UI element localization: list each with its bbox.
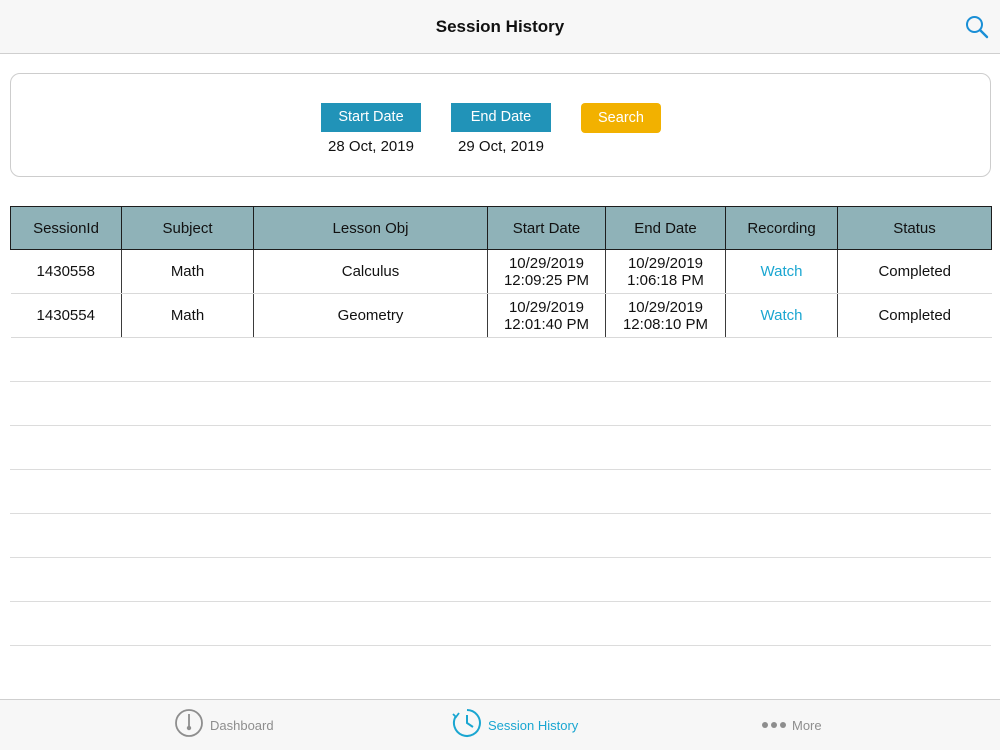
column-header-recording[interactable]: Recording (725, 206, 838, 250)
column-header-subject[interactable]: Subject (121, 206, 254, 250)
navigation-bar: Session History (0, 0, 1000, 54)
column-header-end-date[interactable]: End Date (605, 206, 726, 250)
empty-row-separator (10, 601, 991, 602)
end-date-text: 10/29/2019 (627, 298, 704, 316)
session-table: SessionId Subject Lesson Obj Start Date … (10, 206, 992, 338)
start-time-text: 12:01:40 PM (503, 315, 590, 333)
start-date-text: 10/29/2019 (508, 254, 585, 272)
tab-label: Session History (488, 718, 579, 733)
cell-subject: Math (121, 249, 254, 294)
table-row[interactable]: 1430558 Math Calculus 10/29/2019 12:09:2… (10, 249, 992, 294)
tab-dashboard[interactable]: Dashboard (174, 700, 274, 750)
cell-status: Completed (837, 293, 992, 338)
watch-recording-link[interactable]: Watch (725, 249, 838, 294)
watch-recording-link[interactable]: Watch (725, 293, 838, 338)
cell-lesson-obj: Calculus (253, 249, 488, 294)
column-header-start-date[interactable]: Start Date (487, 206, 606, 250)
empty-row-separator (10, 557, 991, 558)
table-header-row: SessionId Subject Lesson Obj Start Date … (10, 206, 992, 250)
column-header-lesson-obj[interactable]: Lesson Obj (253, 206, 488, 250)
end-date-text: 10/29/2019 (627, 254, 704, 272)
gauge-icon (174, 708, 204, 743)
search-icon[interactable] (964, 14, 990, 40)
empty-row-separator (10, 513, 991, 514)
search-button[interactable]: Search (581, 103, 661, 133)
empty-row-separator (10, 381, 991, 382)
start-date-group: Start Date 28 Oct, 2019 (321, 103, 421, 155)
start-time-text: 12:09:25 PM (503, 271, 590, 289)
cell-end-date: 10/29/2019 12:08:10 PM (605, 293, 726, 338)
tab-label: More (792, 718, 822, 733)
start-date-button[interactable]: Start Date (321, 103, 421, 132)
end-date-value: 29 Oct, 2019 (458, 138, 544, 155)
cell-start-date: 10/29/2019 12:09:25 PM (487, 249, 606, 294)
start-date-text: 10/29/2019 (508, 298, 585, 316)
date-filter-panel: Start Date 28 Oct, 2019 End Date 29 Oct,… (10, 73, 991, 177)
clock-icon (452, 708, 482, 743)
cell-start-date: 10/29/2019 12:01:40 PM (487, 293, 606, 338)
empty-row-separator (10, 645, 991, 646)
cell-session-id: 1430554 (10, 293, 122, 338)
end-time-text: 12:08:10 PM (622, 315, 709, 333)
more-dots-icon (762, 717, 786, 735)
table-row[interactable]: 1430554 Math Geometry 10/29/2019 12:01:4… (10, 293, 992, 338)
cell-status: Completed (837, 249, 992, 294)
cell-subject: Math (121, 293, 254, 338)
end-date-group: End Date 29 Oct, 2019 (451, 103, 551, 155)
column-header-session-id[interactable]: SessionId (10, 206, 122, 250)
page-title: Session History (435, 17, 565, 36)
column-header-status[interactable]: Status (837, 206, 992, 250)
end-date-button[interactable]: End Date (451, 103, 551, 132)
cell-session-id: 1430558 (10, 249, 122, 294)
tab-session-history[interactable]: Session History (452, 700, 578, 750)
empty-row-separator (10, 469, 991, 470)
end-time-text: 1:06:18 PM (627, 271, 704, 289)
tab-label: Dashboard (210, 718, 274, 733)
empty-row-separator (10, 425, 991, 426)
cell-end-date: 10/29/2019 1:06:18 PM (605, 249, 726, 294)
cell-lesson-obj: Geometry (253, 293, 488, 338)
tab-more[interactable]: More (762, 700, 822, 750)
start-date-value: 28 Oct, 2019 (328, 138, 414, 155)
tab-bar: Dashboard Session History More (0, 699, 1000, 750)
